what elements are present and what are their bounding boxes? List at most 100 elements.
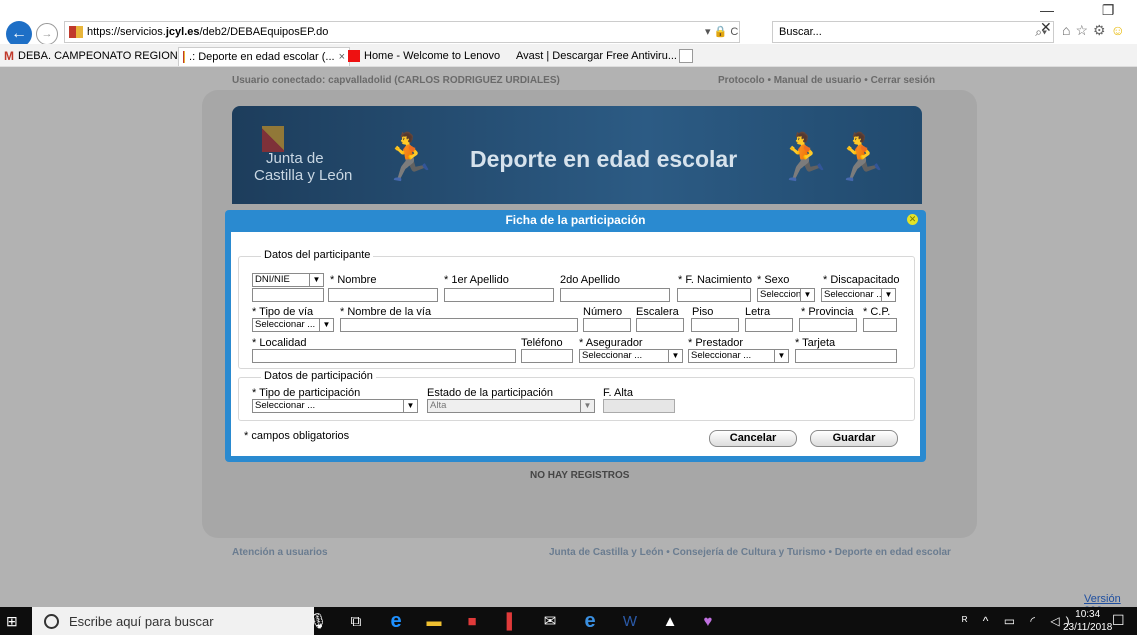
address-bar[interactable]: https://servicios. jcyl.es/deb2/DEBAEquip… [64,21,740,43]
chevron-down-icon: ▼ [580,400,594,412]
chevron-down-icon: ▼ [309,274,323,286]
tarjeta-label: * Tarjeta [795,337,836,349]
browser-search-input[interactable]: Buscar... ⌕▾ [772,21,1054,43]
no-records-text: NO HAY REGISTROS [530,470,630,481]
letra-input[interactable] [745,318,793,332]
system-tray[interactable]: ᴿ ^ ▭ ◜ ◁) [962,614,1076,628]
cp-input[interactable] [863,318,897,332]
f-nacimiento-label: * F. Nacimiento [678,274,752,286]
connected-user-text: Usuario conectado: capvalladolid (CARLOS… [232,75,560,86]
save-button[interactable]: Guardar [810,430,898,447]
numero-input[interactable] [583,318,631,332]
chevron-down-icon: ▼ [403,400,417,412]
store-icon[interactable]: ■ [462,611,482,631]
tarjeta-input[interactable] [795,349,897,363]
home-icon[interactable]: ⌂ [1062,22,1075,38]
close-icon[interactable]: ✕ [907,214,918,225]
clock-time: 10:34 [1075,609,1101,620]
notification-icon[interactable]: ☐ [1112,612,1125,629]
gear-icon[interactable]: ⚙ [1093,22,1111,38]
prestador-value: Seleccionar ... [691,350,752,361]
tab-label: .: Deporte en edad escolar (... [189,51,335,63]
estado-participacion-select[interactable]: Alta ▼ [427,399,595,413]
photos-icon[interactable]: ▲ [660,611,680,631]
tab-lenovo[interactable]: Home - Welcome to Lenovo [344,47,512,65]
provincia-input[interactable] [799,318,857,332]
nombre-via-label: * Nombre de la vía [340,306,432,318]
new-tab-button[interactable] [675,47,701,65]
cp-label: * C.P. [863,306,891,318]
browser-icons[interactable]: ⌂☆⚙☺ [1062,22,1130,39]
nombre-input[interactable] [328,288,438,302]
smiley-icon[interactable]: ☺ [1111,22,1130,38]
asegurador-value: Seleccionar ... [582,350,643,361]
apellido2-input[interactable] [560,288,670,302]
prestador-select[interactable]: Seleccionar ... ▼ [688,349,789,363]
asegurador-select[interactable]: Seleccionar ... ▼ [579,349,683,363]
tabs-bar: M DEBA. CAMPEONATO REGION... .: Deporte … [0,44,1137,67]
tab-avast[interactable]: Avast | Descargar Free Antiviru... [508,47,680,65]
footer-links[interactable]: Junta de Castilla y León • Consejería de… [549,547,951,558]
participation-legend: Datos de participación [261,370,376,382]
taskbar-search-input[interactable]: Escribe aquí para buscar [32,607,314,635]
footer-support-link[interactable]: Atención a usuarios [232,547,328,558]
edge-icon[interactable]: e [386,610,406,632]
numero-label: Número [583,306,623,318]
piso-label: Piso [692,306,714,318]
address-bar-icons[interactable]: ▾ 🔒 C [705,25,738,38]
doc-number-input[interactable] [252,288,324,302]
escalera-input[interactable] [636,318,684,332]
url-path: /deb2/DEBAEquiposEP.do [199,26,329,38]
browser-search-placeholder: Buscar... [779,26,822,38]
top-links[interactable]: Protocolo • Manual de usuario • Cerrar s… [718,75,935,86]
nombre-label: * Nombre [330,274,377,286]
clock-date: 23/11/2018 [1063,622,1113,633]
file-explorer-icon[interactable]: ▬ [424,611,444,631]
url-domain: jcyl.es [165,26,200,38]
doc-type-value: DNI/NIE [255,274,290,285]
telefono-input[interactable] [521,349,573,363]
app-icon[interactable]: ▌ [502,611,522,631]
nombre-via-input[interactable] [340,318,578,332]
tab-deporte[interactable]: .: Deporte en edad escolar (... × [178,47,350,66]
internet-explorer-icon[interactable]: e [580,610,600,632]
chevron-down-icon: ▼ [881,289,895,301]
new-tab-icon [679,49,693,63]
chevron-down-icon: ▼ [668,350,682,362]
letra-label: Letra [745,306,771,318]
url-prefix: https://servicios. [87,26,166,38]
f-nacimiento-input[interactable] [677,288,751,302]
sexo-select[interactable]: Seleccionar ... ▼ [757,288,815,302]
piso-input[interactable] [691,318,739,332]
cortana-icon [44,613,59,629]
cancel-button[interactable]: Cancelar [709,430,797,447]
tipo-participacion-select[interactable]: Seleccionar ... ▼ [252,399,418,413]
mail-icon[interactable]: ✉ [540,611,560,631]
clock[interactable]: 10:34 23/11/2018 [1063,608,1112,634]
tipo-participacion-value: Seleccionar ... [255,400,316,411]
estado-participacion-label: Estado de la participación [427,387,553,399]
favorites-star-icon[interactable]: ☆ [1075,22,1093,38]
lenovo-icon [348,50,360,62]
logo-line-1: Junta de [266,150,324,167]
localidad-input[interactable] [252,349,516,363]
participant-legend: Datos del participante [261,249,374,261]
maps-pin-icon[interactable]: ♥ [698,611,718,631]
task-view-icon[interactable]: ⧉ [346,611,366,631]
discapacitado-select[interactable]: Seleccionar ... ▼ [821,288,896,302]
apellido1-label: * 1er Apellido [444,274,509,286]
runner-icon: 🏃 [380,131,438,183]
tipo-via-select[interactable]: Seleccionar ... ▼ [252,318,334,332]
apellido1-input[interactable] [444,288,554,302]
site-favicon-icon [183,51,186,63]
doc-type-select[interactable]: DNI/NIE ▼ [252,273,324,287]
word-icon[interactable]: W [620,611,640,631]
forward-arrow-icon: → [41,28,53,40]
forward-button[interactable]: → [36,23,58,45]
windows-start-icon[interactable]: ⊞ [6,613,22,629]
asegurador-label: * Asegurador [579,337,643,349]
tab-deba[interactable]: M DEBA. CAMPEONATO REGION... [0,47,180,65]
microphone-icon[interactable]: 🎙 [308,611,328,631]
dialog-title: Ficha de la participación [505,213,646,227]
search-icon[interactable]: ⌕▾ [1035,25,1047,40]
